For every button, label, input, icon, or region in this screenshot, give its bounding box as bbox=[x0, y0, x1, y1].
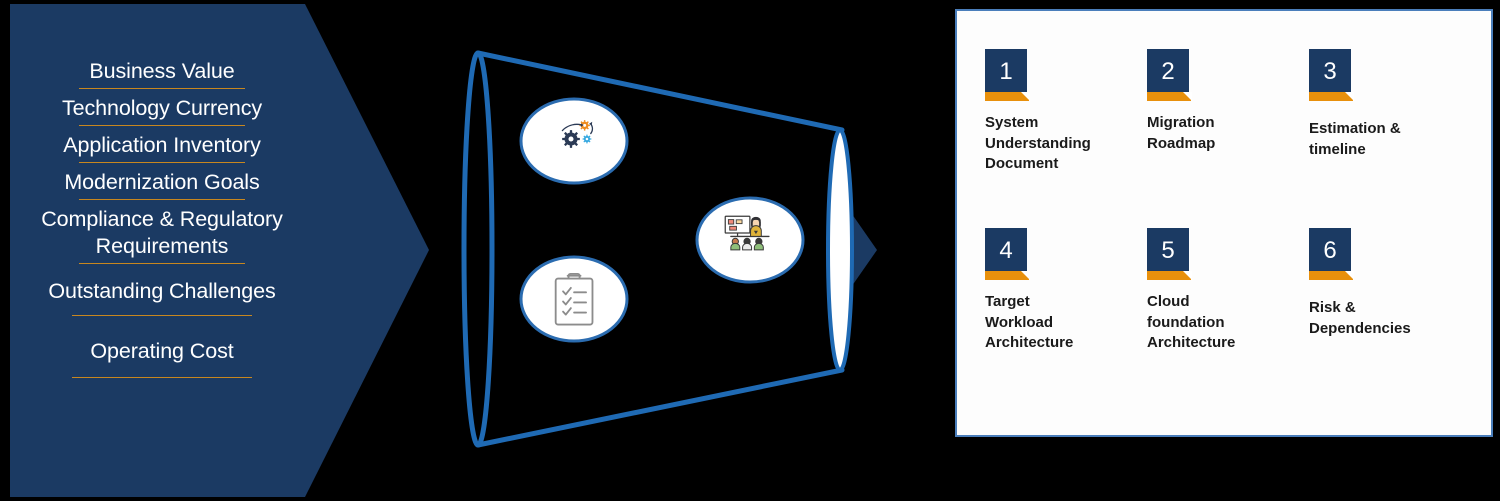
badge-number: 3 bbox=[1323, 57, 1337, 85]
funnel-svg bbox=[461, 50, 877, 448]
badge-number: 6 bbox=[1323, 236, 1337, 264]
deliverable-badge: 1 bbox=[985, 49, 1030, 101]
criteria-underline bbox=[79, 263, 245, 264]
criteria-list: Business Value Technology Currency Appli… bbox=[14, 58, 310, 384]
deliverable-badge: 6 bbox=[1309, 228, 1354, 280]
deliverable-badge: 4 bbox=[985, 228, 1030, 280]
criteria-item[interactable]: Application Inventory bbox=[14, 132, 310, 163]
funnel-right-mouth bbox=[826, 128, 854, 372]
criteria-underline bbox=[72, 315, 252, 316]
deliverable-badge: 5 bbox=[1147, 228, 1192, 280]
deliverable-label: System Understanding Document bbox=[985, 114, 1091, 173]
assessment-funnel bbox=[440, 0, 910, 501]
assessment-inputs-arrow: Business Value Technology Currency Appli… bbox=[0, 0, 440, 501]
funnel-bubble-workshop[interactable] bbox=[695, 196, 805, 284]
deliverable-item[interactable]: 5 Cloud foundation Architecture bbox=[1147, 228, 1309, 407]
criteria-item[interactable]: Modernization Goals bbox=[14, 169, 310, 200]
bubble-circle bbox=[519, 255, 629, 343]
deliverable-item[interactable]: 6 Risk & Dependencies bbox=[1309, 228, 1471, 407]
criteria-underline bbox=[79, 199, 245, 200]
criteria-underline bbox=[79, 162, 245, 163]
criteria-label: Compliance & Regulatory Requirements bbox=[41, 207, 283, 258]
deliverable-label: Risk & Dependencies bbox=[1309, 299, 1411, 337]
badge-number: 5 bbox=[1161, 236, 1175, 264]
criteria-underline bbox=[79, 125, 245, 126]
deliverable-item[interactable]: 3 Estimation & timeline bbox=[1309, 49, 1471, 228]
deliverable-item[interactable]: 2 Migration Roadmap bbox=[1147, 49, 1309, 228]
deliverable-badge: 3 bbox=[1309, 49, 1354, 101]
badge-number: 4 bbox=[999, 236, 1013, 264]
deliverable-item[interactable]: 1 System Understanding Document bbox=[985, 49, 1147, 228]
criteria-label: Operating Cost bbox=[90, 339, 234, 363]
badge-number: 2 bbox=[1161, 57, 1175, 85]
deliverable-item[interactable]: 4 Target Workload Architecture bbox=[985, 228, 1147, 407]
funnel-left-mouth bbox=[461, 50, 495, 448]
criteria-item[interactable]: Business Value bbox=[14, 58, 310, 89]
criteria-label: Modernization Goals bbox=[64, 170, 260, 194]
criteria-underline bbox=[79, 88, 245, 89]
funnel-bubble-gears[interactable] bbox=[519, 97, 629, 185]
criteria-item[interactable]: Outstanding Challenges bbox=[14, 278, 310, 316]
deliverable-label: Target Workload Architecture bbox=[985, 293, 1074, 352]
criteria-label: Outstanding Challenges bbox=[48, 279, 276, 303]
criteria-underline bbox=[72, 377, 252, 378]
deliverable-label: Estimation & timeline bbox=[1309, 120, 1401, 158]
criteria-label: Application Inventory bbox=[63, 133, 261, 157]
deliverable-label: Cloud foundation Architecture bbox=[1147, 293, 1236, 352]
criteria-label: Business Value bbox=[89, 59, 235, 83]
deliverables-panel: 1 System Understanding Document 2 Migrat… bbox=[955, 9, 1493, 437]
criteria-item[interactable]: Compliance & Regulatory Requirements bbox=[14, 206, 310, 264]
deliverables-grid: 1 System Understanding Document 2 Migrat… bbox=[957, 11, 1491, 435]
funnel-bottom-wall bbox=[475, 367, 845, 448]
badge-number: 1 bbox=[999, 57, 1013, 85]
funnel-bubble-checklist[interactable] bbox=[519, 255, 629, 343]
deliverable-badge: 2 bbox=[1147, 49, 1192, 101]
deliverable-label: Migration Roadmap bbox=[1147, 114, 1216, 152]
criteria-item[interactable]: Technology Currency bbox=[14, 95, 310, 126]
criteria-item[interactable]: Operating Cost bbox=[14, 338, 310, 378]
criteria-label: Technology Currency bbox=[61, 96, 263, 120]
